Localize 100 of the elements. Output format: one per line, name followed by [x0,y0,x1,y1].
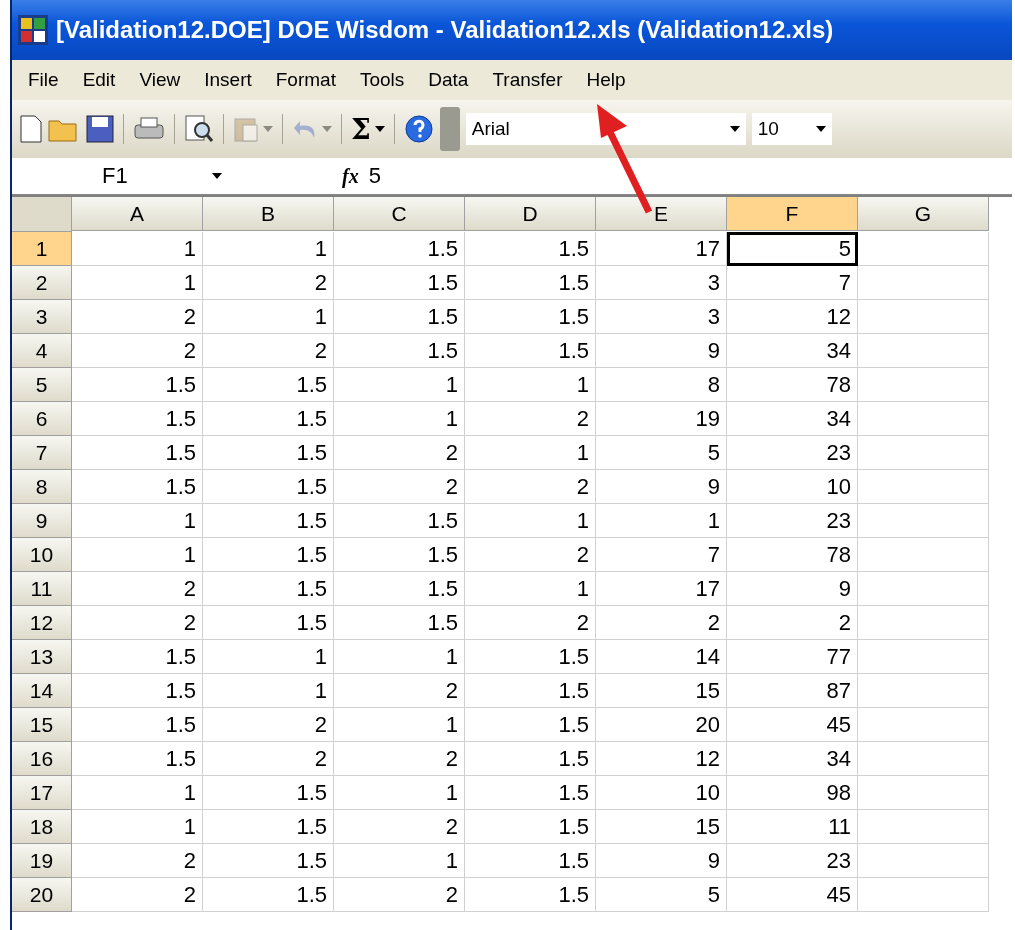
table-cell[interactable]: 2 [72,844,203,878]
autosum-button[interactable]: Σ [351,112,385,146]
table-cell[interactable]: 2 [203,708,334,742]
table-cell[interactable]: 2 [334,674,465,708]
table-cell[interactable]: 98 [727,776,858,810]
table-cell[interactable]: 1.5 [203,368,334,402]
empty-cell[interactable] [858,368,989,402]
row-header[interactable]: 19 [12,844,72,878]
table-cell[interactable]: 1.5 [203,810,334,844]
table-cell[interactable]: 3 [596,266,727,300]
table-cell[interactable]: 15 [596,810,727,844]
table-cell[interactable]: 7 [596,538,727,572]
empty-cell[interactable] [858,538,989,572]
row-header[interactable]: 1 [12,232,72,266]
row-header[interactable]: 11 [12,572,72,606]
table-cell[interactable]: 11 [727,810,858,844]
table-cell[interactable]: 14 [596,640,727,674]
empty-cell[interactable] [858,742,989,776]
toolbar-button[interactable] [184,114,214,144]
table-cell[interactable]: 5 [596,436,727,470]
row-header[interactable]: 14 [12,674,72,708]
empty-cell[interactable] [858,708,989,742]
table-cell[interactable]: 1.5 [465,232,596,266]
table-cell[interactable]: 1 [203,674,334,708]
menu-item[interactable]: Format [263,69,348,91]
table-cell[interactable]: 1.5 [465,266,596,300]
empty-cell[interactable] [858,232,989,266]
menu-item[interactable]: Data [416,69,481,91]
table-cell[interactable]: 9 [727,572,858,606]
table-cell[interactable]: 1 [72,504,203,538]
table-cell[interactable]: 1.5 [465,640,596,674]
toolbar-button[interactable] [86,115,114,143]
table-cell[interactable]: 1.5 [334,572,465,606]
row-header[interactable]: 5 [12,368,72,402]
column-header[interactable]: C [334,197,465,231]
table-cell[interactable]: 1 [203,232,334,266]
table-cell[interactable]: 1.5 [334,538,465,572]
row-header[interactable]: 4 [12,334,72,368]
table-cell[interactable]: 5 [596,878,727,912]
table-cell[interactable]: 10 [727,470,858,504]
table-cell[interactable]: 1.5 [203,844,334,878]
table-cell[interactable]: 1.5 [465,742,596,776]
table-cell[interactable]: 34 [727,402,858,436]
empty-cell[interactable] [858,470,989,504]
empty-cell[interactable] [858,436,989,470]
table-cell[interactable]: 2 [203,742,334,776]
row-header[interactable]: 3 [12,300,72,334]
table-cell[interactable]: 78 [727,538,858,572]
table-cell[interactable]: 2 [727,606,858,640]
table-cell[interactable]: 1.5 [334,300,465,334]
table-cell[interactable]: 17 [596,572,727,606]
table-cell[interactable]: 1.5 [334,266,465,300]
toolbar-options-button[interactable] [439,107,460,151]
table-cell[interactable]: 5 [727,232,858,266]
table-cell[interactable]: 1.5 [203,878,334,912]
toolbar-button[interactable] [403,114,434,144]
empty-cell[interactable] [858,878,989,912]
row-header[interactable]: 7 [12,436,72,470]
table-cell[interactable]: 12 [596,742,727,776]
table-cell[interactable]: 9 [596,844,727,878]
table-cell[interactable]: 1.5 [203,606,334,640]
table-cell[interactable]: 2 [72,300,203,334]
table-cell[interactable]: 1.5 [203,470,334,504]
row-header[interactable]: 15 [12,708,72,742]
table-cell[interactable]: 1.5 [203,572,334,606]
select-all-corner[interactable] [12,197,72,232]
table-cell[interactable]: 1.5 [465,844,596,878]
table-cell[interactable]: 1.5 [72,402,203,436]
row-header[interactable]: 20 [12,878,72,912]
table-cell[interactable]: 1 [334,402,465,436]
table-cell[interactable]: 3 [596,300,727,334]
table-cell[interactable]: 1.5 [72,470,203,504]
table-cell[interactable]: 77 [727,640,858,674]
empty-cell[interactable] [858,402,989,436]
table-cell[interactable]: 1.5 [203,504,334,538]
table-cell[interactable]: 1.5 [465,708,596,742]
table-cell[interactable]: 1 [334,776,465,810]
empty-cell[interactable] [858,810,989,844]
table-cell[interactable]: 1 [72,810,203,844]
table-cell[interactable]: 1 [465,572,596,606]
menu-item[interactable]: View [127,69,193,91]
table-cell[interactable]: 1 [72,266,203,300]
table-cell[interactable]: 2 [465,402,596,436]
table-cell[interactable]: 1.5 [72,708,203,742]
table-cell[interactable]: 1.5 [203,776,334,810]
table-cell[interactable]: 1 [334,368,465,402]
table-cell[interactable]: 2 [72,572,203,606]
table-cell[interactable]: 87 [727,674,858,708]
table-cell[interactable]: 1.5 [334,232,465,266]
table-cell[interactable]: 1.5 [465,300,596,334]
table-cell[interactable]: 1 [334,708,465,742]
table-cell[interactable]: 1 [465,504,596,538]
empty-cell[interactable] [858,334,989,368]
font-name-dropdown[interactable]: Arial [465,113,746,145]
table-cell[interactable]: 1.5 [465,674,596,708]
table-cell[interactable]: 2 [334,878,465,912]
table-cell[interactable]: 9 [596,334,727,368]
table-cell[interactable]: 1 [72,538,203,572]
table-cell[interactable]: 1 [72,776,203,810]
row-header[interactable]: 12 [12,606,72,640]
